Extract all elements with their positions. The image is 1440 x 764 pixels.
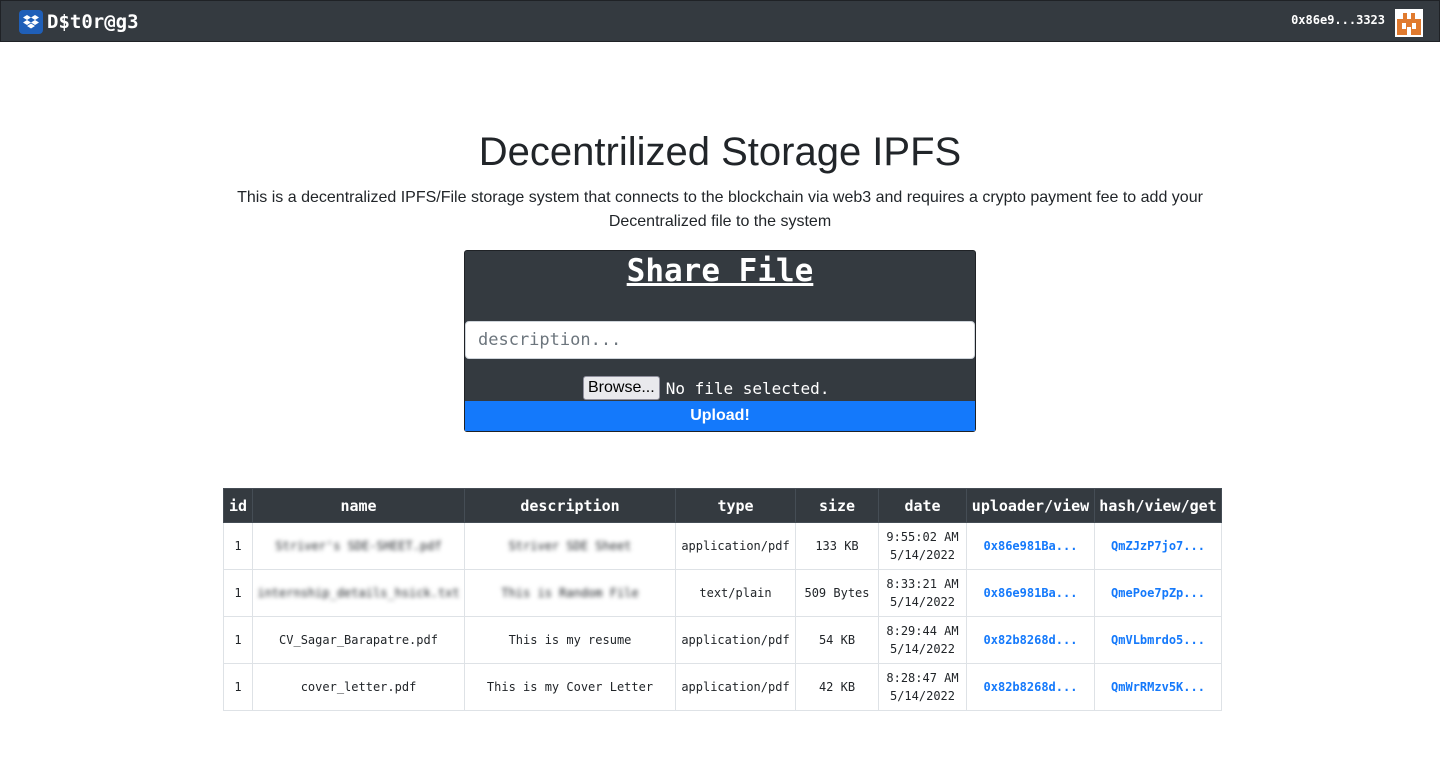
cell-hash: QmWrRMzv5K... (1094, 663, 1222, 711)
cell-uploader: 0x82b8268d... (966, 663, 1095, 711)
share-file-card: Share File Browse... No file selected. U… (464, 250, 976, 432)
cell-name: internship_details_hsick.txt (252, 569, 465, 617)
table-row: 1 Striver's SDE-SHEET.pdf Striver SDE Sh… (223, 522, 1222, 570)
cell-day: 5/14/2022 (889, 689, 956, 703)
cell-day: 5/14/2022 (889, 642, 956, 656)
page-title: Decentrilized Storage IPFS (478, 130, 962, 174)
cell-type: text/plain (675, 569, 796, 617)
cell-uploader: 0x82b8268d... (966, 616, 1095, 664)
uploader-link[interactable]: 0x86e981Ba... (984, 586, 1078, 600)
cell-description: This is my resume (464, 616, 676, 664)
table-header-row: id name description type size date uploa… (223, 488, 1222, 523)
share-file-title: Share File (626, 253, 814, 289)
cell-type: application/pdf (675, 663, 796, 711)
uploader-link[interactable]: 0x82b8268d... (984, 680, 1078, 694)
hash-link[interactable]: QmePoe7pZp... (1111, 586, 1205, 600)
table-row: 1 internship_details_hsick.txt This is R… (223, 569, 1222, 617)
page-description: This is a decentralized IPFS/File storag… (237, 189, 1203, 230)
uploader-link[interactable]: 0x82b8268d... (984, 633, 1078, 647)
cell-date: 9:55:02 AM 5/14/2022 (878, 522, 967, 570)
table-row: 1 cover_letter.pdf This is my Cover Lett… (223, 663, 1222, 711)
hash-link[interactable]: QmVLbmrdo5... (1111, 633, 1205, 647)
cell-size: 42 KB (795, 663, 879, 711)
cell-hash: QmePoe7pZp... (1094, 569, 1222, 617)
cell-uploader: 0x86e981Ba... (966, 522, 1095, 570)
brand-name: D$t0r@g3 (47, 11, 139, 33)
header-date: date (878, 488, 967, 523)
cell-id: 1 (223, 663, 253, 711)
header-type: type (675, 488, 796, 523)
table-row: 1 CV_Sagar_Barapatre.pdf This is my resu… (223, 616, 1222, 664)
top-navbar: D$t0r@g3 0x86e9...3323 (0, 0, 1440, 42)
browse-button[interactable]: Browse... (583, 376, 660, 400)
cell-time: 8:33:21 AM (886, 577, 959, 591)
brand[interactable]: D$t0r@g3 (19, 9, 139, 35)
cell-name: Striver's SDE-SHEET.pdf (252, 522, 465, 570)
file-status: No file selected. (665, 378, 830, 398)
cell-description: Striver SDE Sheet (464, 522, 676, 570)
cell-description: This is my Cover Letter (464, 663, 676, 711)
hash-link[interactable]: QmZJzP7jo7... (1111, 539, 1205, 553)
description-input[interactable] (465, 321, 975, 359)
cell-time: 8:29:44 AM (886, 624, 959, 638)
cell-uploader: 0x86e981Ba... (966, 569, 1095, 617)
cell-description: This is Random File (464, 569, 676, 617)
header-id: id (223, 488, 253, 523)
header-uploader: uploader/view (966, 488, 1095, 523)
cell-size: 54 KB (795, 616, 879, 664)
cell-time: 8:28:47 AM (886, 671, 959, 685)
cell-day: 5/14/2022 (889, 548, 956, 562)
header-name: name (252, 488, 465, 523)
uploader-link[interactable]: 0x86e981Ba... (984, 539, 1078, 553)
dropbox-icon (19, 10, 43, 34)
account-address: 0x86e9...3323 (1291, 13, 1385, 27)
cell-date: 8:33:21 AM 5/14/2022 (878, 569, 967, 617)
cell-id: 1 (223, 522, 253, 570)
cell-type: application/pdf (675, 616, 796, 664)
account-avatar-icon (1395, 9, 1423, 37)
header-hash: hash/view/get (1094, 488, 1222, 523)
upload-button[interactable]: Upload! (465, 401, 975, 431)
hash-link[interactable]: QmWrRMzv5K... (1111, 680, 1205, 694)
cell-day: 5/14/2022 (889, 595, 956, 609)
cell-size: 133 KB (795, 522, 879, 570)
cell-hash: QmVLbmrdo5... (1094, 616, 1222, 664)
cell-date: 8:29:44 AM 5/14/2022 (878, 616, 967, 664)
file-picker: Browse... No file selected. (583, 376, 829, 400)
cell-name: CV_Sagar_Barapatre.pdf (252, 616, 465, 664)
cell-size: 509 Bytes (795, 569, 879, 617)
files-table: id name description type size date uploa… (223, 488, 1222, 711)
cell-time: 9:55:02 AM (886, 530, 959, 544)
header-size: size (795, 488, 879, 523)
cell-hash: QmZJzP7jo7... (1094, 522, 1222, 570)
cell-id: 1 (223, 616, 253, 664)
cell-date: 8:28:47 AM 5/14/2022 (878, 663, 967, 711)
cell-name: cover_letter.pdf (252, 663, 465, 711)
cell-id: 1 (223, 569, 253, 617)
header-description: description (464, 488, 676, 523)
cell-type: application/pdf (675, 522, 796, 570)
